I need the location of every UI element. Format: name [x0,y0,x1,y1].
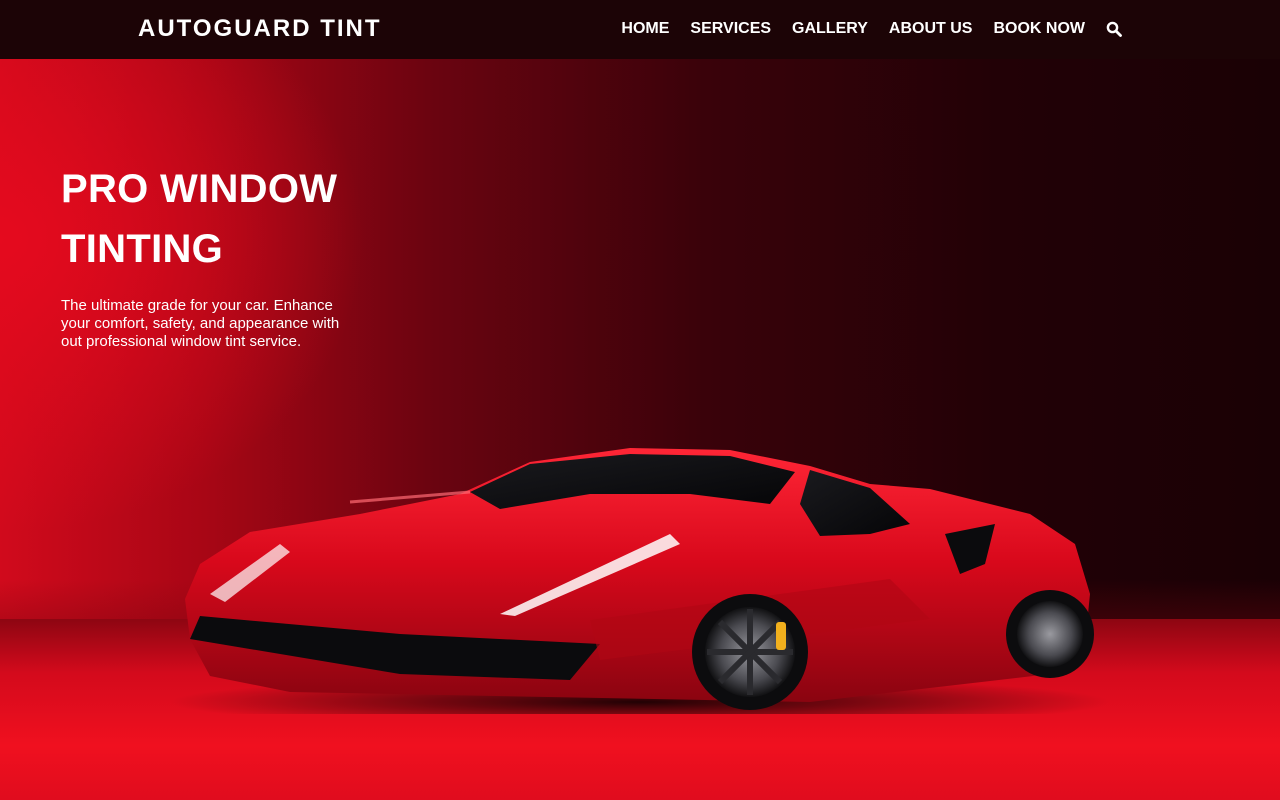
hero-title: PRO WINDOW TINTING [61,167,338,271]
nav-home[interactable]: HOME [621,18,669,40]
nav-about-us[interactable]: ABOUT US [889,18,973,40]
main-nav: HOME SERVICES GALLERY ABOUT US BOOK NOW [621,18,1124,40]
nav-services[interactable]: SERVICES [690,18,771,40]
brand-logo-text[interactable]: AUTOGUARD TINT [138,15,382,43]
search-icon[interactable] [1106,18,1124,40]
hero-description: The ultimate grade for your car. Enhance… [61,297,340,350]
nav-gallery[interactable]: GALLERY [792,18,868,40]
top-navigation-bar: AUTOGUARD TINT HOME SERVICES GALLERY ABO… [0,0,1280,59]
hero-banner: PRO WINDOW TINTING The ultimate grade fo… [0,59,1280,800]
red-sports-car-image [170,448,1110,714]
nav-book-now[interactable]: BOOK NOW [993,18,1085,40]
